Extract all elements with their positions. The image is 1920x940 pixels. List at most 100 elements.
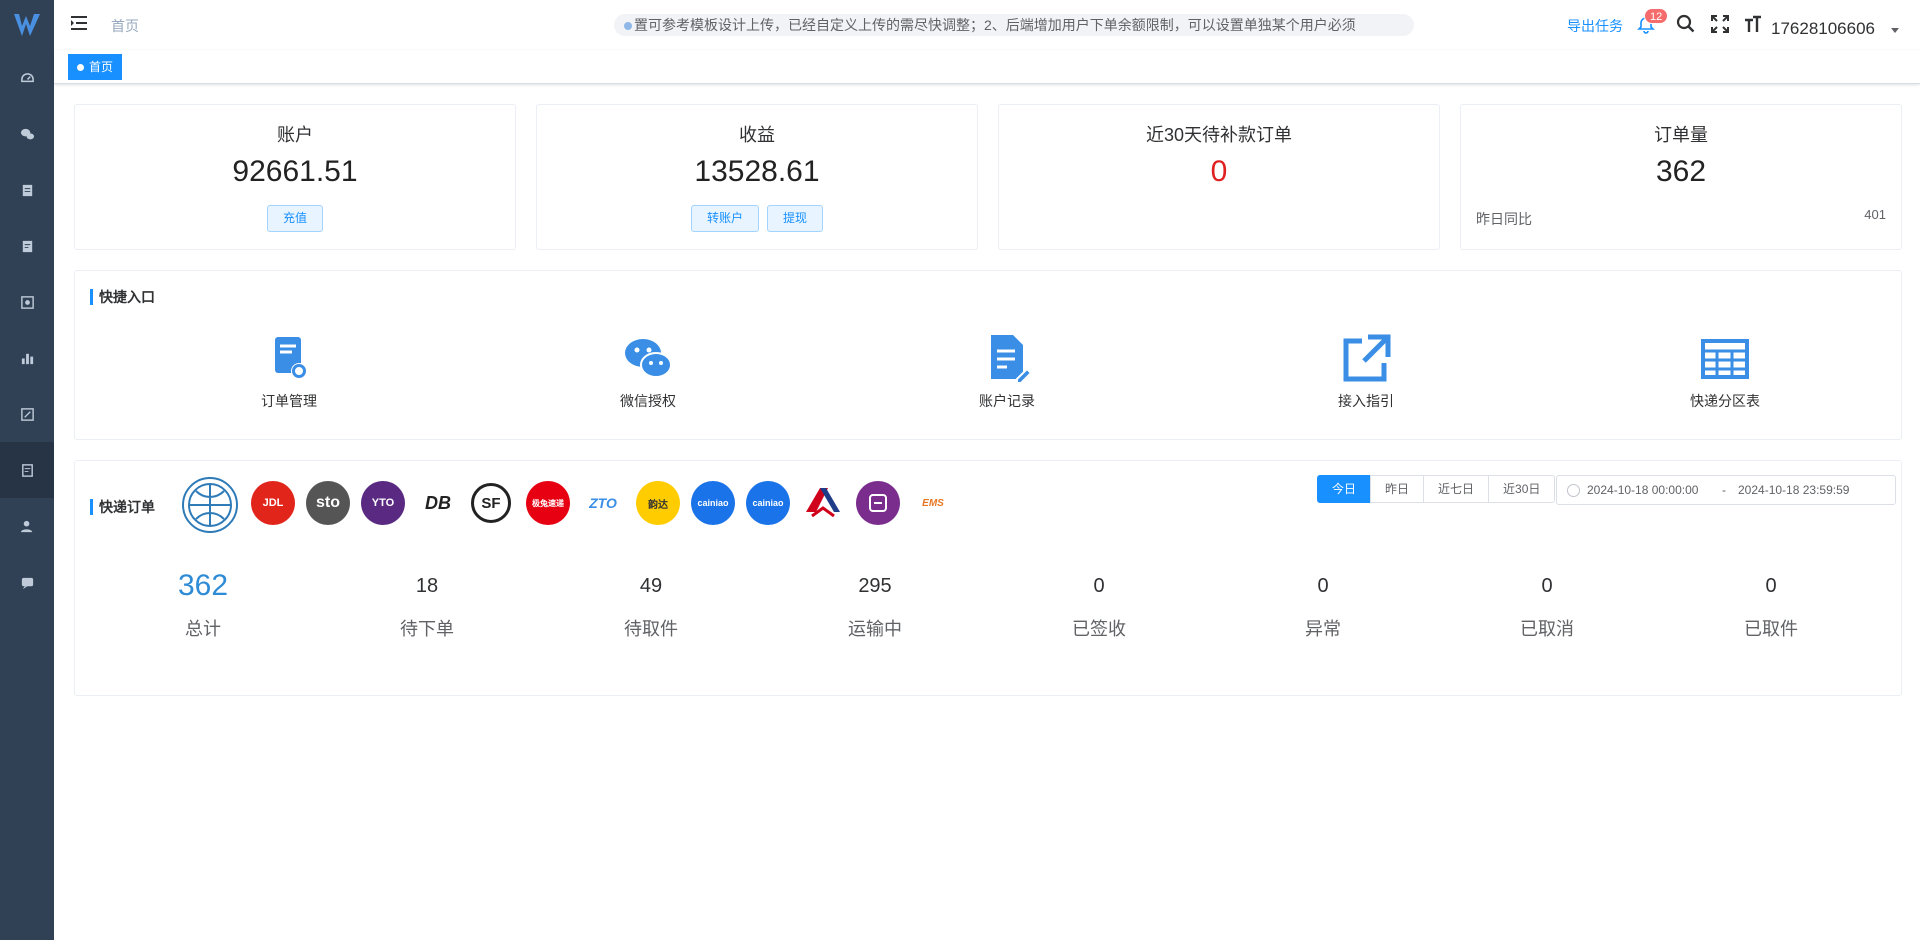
carrier-logo-jt[interactable]: 极兔速递 xyxy=(526,481,570,525)
quick-item-label: 账户记录 xyxy=(979,393,1035,409)
carrier-logo-cainiao-1[interactable]: cainiao xyxy=(691,481,735,525)
metric-in-transit[interactable]: 295 运输中 xyxy=(805,569,945,641)
metric-signed[interactable]: 0 已签收 xyxy=(1029,569,1169,641)
range-30days-button[interactable]: 近30日 xyxy=(1488,475,1556,503)
metric-label: 待下单 xyxy=(400,619,454,639)
metric-value: 0 xyxy=(1765,575,1777,597)
sidebar-item-messages[interactable] xyxy=(0,554,54,610)
carrier-logo-yto[interactable]: YTO xyxy=(361,481,405,525)
metric-total[interactable]: 362 总计 xyxy=(133,569,273,641)
metric-value: 362 xyxy=(177,569,229,602)
sidebar-item-statistics[interactable] xyxy=(0,330,54,386)
sidebar-item-records[interactable] xyxy=(0,218,54,274)
account-record-icon xyxy=(991,335,1033,384)
carrier-logo-zto[interactable]: ZTO xyxy=(581,481,625,525)
sidebar-item-orders[interactable] xyxy=(0,442,54,498)
metric-label: 已取件 xyxy=(1744,619,1798,639)
menu-toggle-icon[interactable] xyxy=(70,14,88,32)
dashboard-icon xyxy=(20,72,34,82)
sidebar-item-settings[interactable] xyxy=(0,274,54,330)
active-dot-icon xyxy=(77,63,84,71)
sidebar xyxy=(0,0,54,940)
carrier-logo-all[interactable] xyxy=(182,477,238,533)
metric-exception[interactable]: 0 异常 xyxy=(1253,569,1393,641)
stat-title: 账户 xyxy=(277,125,313,145)
search-icon[interactable] xyxy=(1676,14,1696,34)
stat-value: 362 xyxy=(1655,155,1707,188)
quick-item-label: 微信授权 xyxy=(620,393,676,409)
stat-value: 13528.61 xyxy=(694,155,820,188)
date-range-group: 今日 昨日 近七日 近30日 xyxy=(1317,475,1556,503)
metric-value: 0 xyxy=(1541,575,1553,597)
quick-item-order-manage[interactable]: 订单管理 xyxy=(229,331,349,411)
username[interactable]: 17628106606 xyxy=(1771,19,1875,39)
external-link-icon xyxy=(1343,334,1391,382)
yoy-label: 昨日同比 xyxy=(1476,211,1532,227)
bar-chart-icon xyxy=(21,353,33,364)
carrier-mark-icon xyxy=(869,494,887,512)
app-logo[interactable] xyxy=(12,10,42,40)
sidebar-item-users[interactable] xyxy=(0,498,54,554)
carrier-logo-yunda[interactable]: 韵达 xyxy=(636,481,680,525)
quick-item-account-record[interactable]: 账户记录 xyxy=(947,331,1067,411)
metric-value: 0 xyxy=(1317,575,1329,597)
transfer-account-button[interactable]: 转账户 xyxy=(690,205,759,232)
stat-title: 订单量 xyxy=(1654,125,1708,145)
sidebar-item-edit[interactable] xyxy=(0,386,54,442)
metric-picked-up[interactable]: 0 已取件 xyxy=(1701,569,1841,641)
notice-text: 置可参考模板设计上传，已经自定义上传的需尽快调整；2、后端增加用户下单余额限制，… xyxy=(634,17,1356,33)
stat-card-order-volume: 订单量 362 昨日同比 401 xyxy=(1460,104,1902,250)
express-orders-title: 快递订单 xyxy=(90,499,155,515)
carrier-logo-cainiao-2[interactable]: cainiao xyxy=(746,481,790,525)
carrier-logo-sto[interactable]: sto xyxy=(306,481,350,525)
carrier-logo-db[interactable]: DB xyxy=(416,481,460,525)
metric-label: 已签收 xyxy=(1072,619,1126,639)
withdraw-button[interactable]: 提现 xyxy=(767,205,824,232)
range-yesterday-button[interactable]: 昨日 xyxy=(1370,475,1425,503)
fullscreen-icon[interactable] xyxy=(1710,14,1730,34)
stat-value: 92661.51 xyxy=(232,155,358,188)
export-task-link[interactable]: 导出任务 xyxy=(1567,16,1623,36)
quick-item-label: 快递分区表 xyxy=(1690,393,1760,409)
range-today-button[interactable]: 今日 xyxy=(1317,475,1372,503)
order-manage-icon xyxy=(275,337,307,379)
stat-card-pending-refill: 近30天待补款订单 0 xyxy=(998,104,1440,250)
metric-pending-order[interactable]: 18 待下单 xyxy=(357,569,497,641)
quick-entry-card: 快捷入口 订单管理 微信授权 账户记录 接入指引 快递分区表 xyxy=(74,270,1902,440)
quick-item-zone-table[interactable]: 快递分区表 xyxy=(1665,331,1785,411)
stat-title: 近30天待补款订单 xyxy=(1145,125,1293,145)
date-range-picker[interactable]: 2024-10-18 00:00:00 - 2024-10-18 23:59:5… xyxy=(1556,475,1896,505)
font-size-icon[interactable] xyxy=(1743,14,1763,34)
notice-dot-icon xyxy=(624,22,632,30)
globe-icon xyxy=(188,483,232,527)
yoy-value: 401 xyxy=(1864,207,1886,222)
carrier-logo-jd[interactable]: JDL xyxy=(251,481,295,525)
metric-cancelled[interactable]: 0 已取消 xyxy=(1477,569,1617,641)
carrier-logo-ems[interactable]: EMS xyxy=(911,481,955,525)
carrier-logo-red-blue[interactable] xyxy=(801,481,845,525)
carrier-label: DB xyxy=(425,492,451,513)
quick-item-wechat-auth[interactable]: 微信授权 xyxy=(588,331,708,411)
document-icon xyxy=(22,184,32,196)
recharge-button[interactable]: 充值 xyxy=(266,205,323,232)
metric-pending-pickup[interactable]: 49 待取件 xyxy=(581,569,721,641)
date-separator: - xyxy=(1722,483,1726,497)
quick-item-access-guide[interactable]: 接入指引 xyxy=(1306,331,1426,411)
order-icon xyxy=(21,463,33,477)
sidebar-item-documents[interactable] xyxy=(0,162,54,218)
stat-card-account: 账户 92661.51 充值 xyxy=(74,104,516,250)
notification-badge: 12 xyxy=(1644,8,1669,24)
breadcrumb[interactable]: 首页 xyxy=(111,16,139,36)
metric-value: 49 xyxy=(639,575,663,597)
sidebar-item-wechat[interactable] xyxy=(0,106,54,162)
sidebar-item-dashboard[interactable] xyxy=(0,50,54,106)
metric-label: 运输中 xyxy=(848,619,902,639)
stat-title: 收益 xyxy=(739,125,775,145)
range-7days-button[interactable]: 近七日 xyxy=(1423,475,1490,503)
carrier-logo-purple[interactable] xyxy=(856,481,900,525)
date-end: 2024-10-18 23:59:59 xyxy=(1738,483,1850,497)
tag-home[interactable]: 首页 xyxy=(68,54,123,80)
record-icon xyxy=(22,240,32,252)
user-dropdown-caret-icon[interactable] xyxy=(1891,28,1899,33)
carrier-logo-sf[interactable]: SF xyxy=(471,483,511,523)
